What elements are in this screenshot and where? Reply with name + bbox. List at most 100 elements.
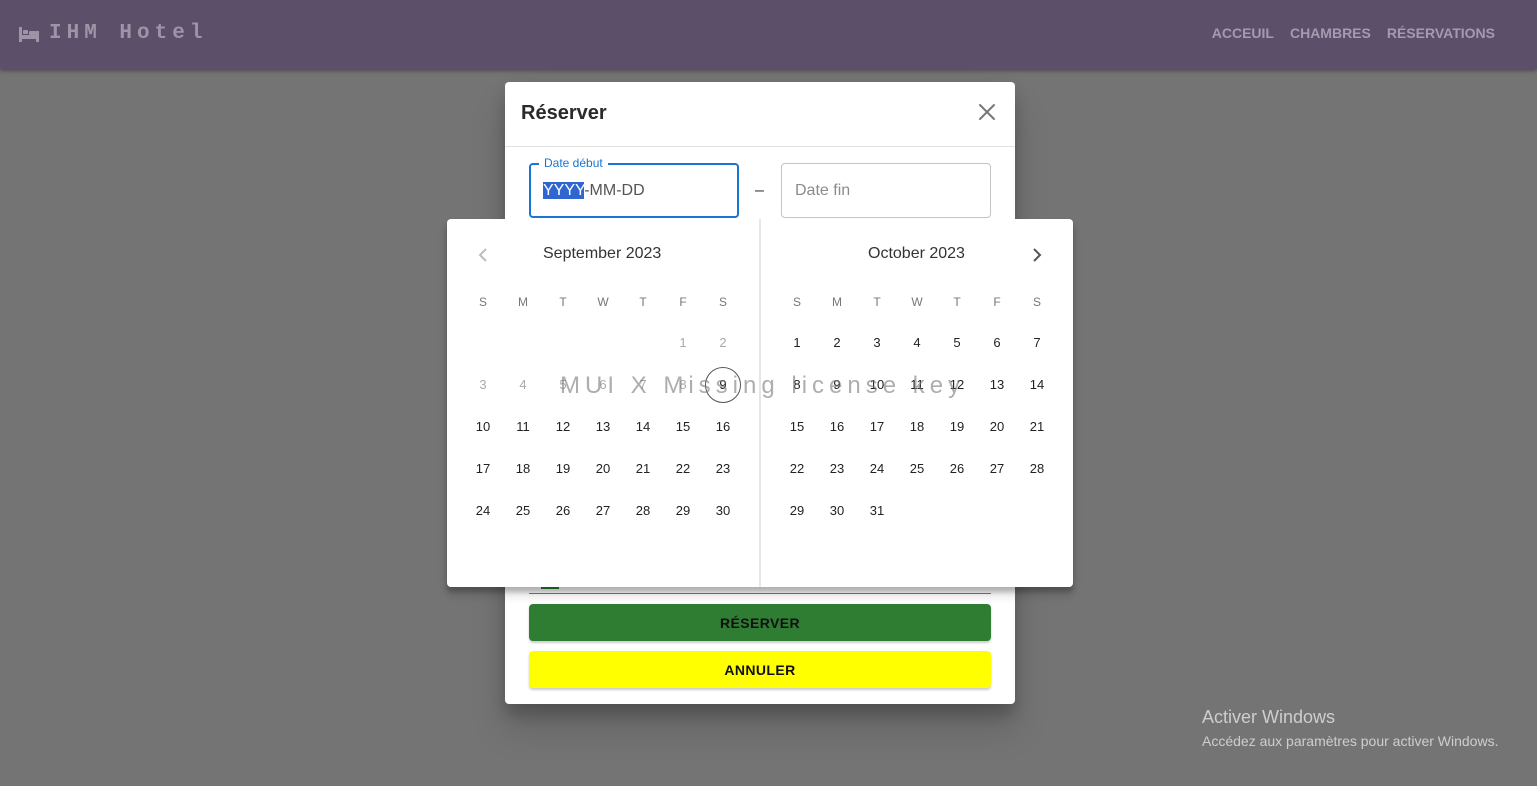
calendar-day[interactable]: 1	[779, 325, 815, 361]
calendar-day[interactable]: 23	[819, 451, 855, 487]
calendar-day: 8	[679, 377, 687, 392]
weekday-header: T	[559, 295, 567, 309]
calendar-day[interactable]: 5	[939, 325, 975, 361]
calendar-day[interactable]: 15	[779, 409, 815, 445]
calendar-day[interactable]: 24	[859, 451, 895, 487]
calendar-day[interactable]: 27	[585, 493, 621, 529]
calendar-day[interactable]: 20	[585, 451, 621, 487]
start-date-year-segment[interactable]: YYYY	[543, 182, 585, 199]
weekday-header: S	[478, 295, 487, 309]
calendar-day[interactable]: 13	[585, 409, 621, 445]
nav-link-accueil[interactable]: ACCEUIL	[1212, 25, 1274, 41]
start-date-input[interactable]: YYYY-MM-DD	[543, 182, 645, 200]
calendar-day[interactable]: 23	[705, 451, 741, 487]
calendar-day[interactable]: 12	[939, 367, 975, 403]
weekday-header: M	[832, 295, 842, 309]
month-divider	[759, 219, 761, 587]
close-icon[interactable]	[975, 100, 999, 124]
calendar-day[interactable]: 24	[465, 493, 501, 529]
calendar-day[interactable]: 17	[859, 409, 895, 445]
calendar-day[interactable]: 29	[779, 493, 815, 529]
calendar-day[interactable]: 2	[819, 325, 855, 361]
calendar-day[interactable]: 11	[505, 409, 541, 445]
range-separator: –	[755, 182, 764, 199]
calendar-day[interactable]: 10	[859, 367, 895, 403]
windows-activation-notice: Activer Windows Accédez aux paramètres p…	[1202, 707, 1498, 749]
start-date-rest-segment[interactable]: -MM-DD	[584, 182, 644, 199]
calendar-day: 5	[559, 377, 567, 392]
page: IHM Hotel ACCEUIL CHAMBRES RÉSERVATIONS …	[0, 0, 1537, 786]
calendar-day[interactable]: 26	[939, 451, 975, 487]
weekday-header: F	[993, 295, 1001, 309]
calendar-day[interactable]: 14	[1019, 367, 1055, 403]
calendar-day[interactable]: 9	[705, 367, 741, 403]
month-title-october: October 2023	[868, 245, 965, 262]
bed-icon	[18, 25, 40, 43]
calendar-day[interactable]: 28	[1019, 451, 1055, 487]
calendar-day[interactable]: 21	[1019, 409, 1055, 445]
start-date-label: Date début	[539, 156, 608, 170]
weekday-header: S	[1032, 295, 1041, 309]
chevron-right-icon[interactable]	[1025, 243, 1049, 267]
calendar-day[interactable]: 29	[665, 493, 701, 529]
windows-activation-title: Activer Windows	[1202, 707, 1336, 727]
chevron-left-icon[interactable]	[471, 243, 495, 267]
calendar-day[interactable]: 30	[705, 493, 741, 529]
calendar-day[interactable]: 9	[819, 367, 855, 403]
calendar-day[interactable]: 10	[465, 409, 501, 445]
calendar-day[interactable]: 7	[1019, 325, 1055, 361]
end-date-field[interactable]: Date fin	[781, 163, 991, 218]
calendar-day[interactable]: 26	[545, 493, 581, 529]
calendar-day[interactable]: 27	[979, 451, 1015, 487]
calendar-day: 7	[639, 377, 647, 392]
date-range-calendar: September 2023 October 2023 SMTWTFS12345…	[447, 219, 1073, 587]
calendar-day[interactable]: 11	[899, 367, 935, 403]
calendar-day[interactable]: 19	[545, 451, 581, 487]
calendar-day[interactable]: 25	[899, 451, 935, 487]
weekday-header: S	[718, 295, 727, 309]
calendar-day[interactable]: 22	[665, 451, 701, 487]
calendar-day[interactable]: 16	[705, 409, 741, 445]
calendar-day[interactable]: 16	[819, 409, 855, 445]
weekday-header: T	[953, 295, 961, 309]
main-nav: ACCEUIL CHAMBRES RÉSERVATIONS	[1212, 25, 1495, 41]
end-date-placeholder: Date fin	[795, 182, 851, 199]
calendar-day[interactable]: 3	[859, 325, 895, 361]
brand[interactable]: IHM Hotel	[18, 22, 207, 45]
calendar-day: 3	[479, 377, 487, 392]
calendar-day[interactable]: 6	[979, 325, 1015, 361]
weekday-header: W	[597, 295, 609, 309]
start-date-field[interactable]: Date début YYYY-MM-DD	[529, 156, 739, 218]
calendar-day: 1	[679, 335, 687, 350]
calendar-day[interactable]: 30	[819, 493, 855, 529]
calendar-day[interactable]: 17	[465, 451, 501, 487]
title-divider	[505, 146, 1015, 147]
calendar-day[interactable]: 14	[625, 409, 661, 445]
weekday-header: T	[639, 295, 647, 309]
calendar-day[interactable]: 13	[979, 367, 1015, 403]
calendar-day[interactable]: 18	[505, 451, 541, 487]
app-bar: IHM Hotel ACCEUIL CHAMBRES RÉSERVATIONS	[0, 0, 1537, 69]
calendar-day[interactable]: 12	[545, 409, 581, 445]
calendar-day[interactable]: 21	[625, 451, 661, 487]
calendar-day[interactable]: 18	[899, 409, 935, 445]
dialog-title: Réserver	[521, 102, 607, 124]
brand-name: IHM Hotel	[49, 22, 208, 45]
calendar-day[interactable]: 19	[939, 409, 975, 445]
calendar-day[interactable]: 28	[625, 493, 661, 529]
calendar-day: 4	[519, 377, 527, 392]
calendar-day[interactable]: 4	[899, 325, 935, 361]
reserve-button[interactable]: RÉSERVER	[529, 604, 991, 641]
calendar-day[interactable]: 8	[779, 367, 815, 403]
nav-link-chambres[interactable]: CHAMBRES	[1290, 25, 1371, 41]
cancel-button[interactable]: ANNULER	[529, 651, 991, 688]
calendar-day[interactable]: 15	[665, 409, 701, 445]
calendar-day[interactable]: 31	[859, 493, 895, 529]
calendar-day[interactable]: 25	[505, 493, 541, 529]
calendar-day[interactable]: 22	[779, 451, 815, 487]
windows-activation-subtitle: Accédez aux paramètres pour activer Wind…	[1202, 733, 1499, 749]
calendar-day: 2	[719, 335, 727, 350]
month-title-september: September 2023	[543, 245, 662, 262]
calendar-day[interactable]: 20	[979, 409, 1015, 445]
nav-link-reservations[interactable]: RÉSERVATIONS	[1387, 25, 1495, 41]
